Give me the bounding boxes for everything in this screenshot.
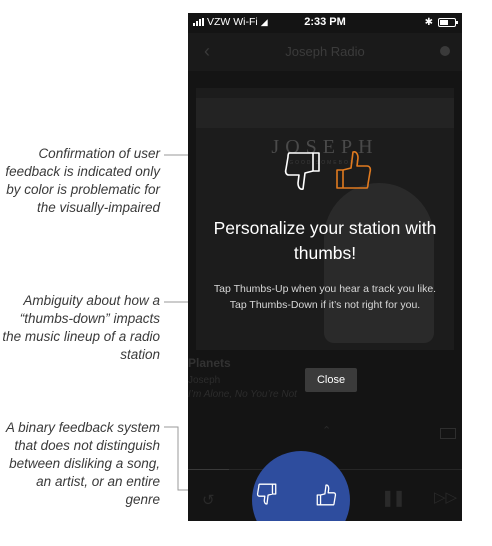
overlay-body: Tap Thumbs-Up when you hear a track you … (213, 283, 437, 311)
status-bar: VZW Wi-Fi ◢ 2:33 PM ✱ (188, 13, 462, 33)
progress-fill (188, 469, 230, 470)
album-art-band (196, 98, 454, 128)
thumbs-up-icon (336, 151, 372, 189)
pause-icon[interactable]: ❚❚ (381, 488, 406, 508)
bluetooth-icon: ✱ (424, 17, 433, 28)
track-album: I’m Alone, No You’re Not (188, 389, 297, 400)
replay-icon[interactable]: ↺ (202, 491, 215, 509)
thumbs-down-button-icon[interactable] (256, 482, 278, 506)
album-art-title: JOSEPH (271, 136, 379, 158)
overlay-heading: Personalize your station with thumbs! (213, 218, 437, 263)
close-button[interactable]: Close (305, 368, 357, 392)
annotation-color-feedback: Confirmation of user feedback is indicat… (5, 146, 160, 215)
track-artist: Joseph (188, 375, 221, 386)
album-art-subtitle: GOOD SOMEBODY (289, 160, 361, 166)
station-title: Joseph Radio (285, 44, 365, 59)
up-arrow-icon[interactable]: ⌃ (322, 424, 331, 437)
info-icon[interactable] (440, 46, 450, 56)
status-right: ✱ (424, 17, 458, 28)
battery-icon (438, 18, 458, 27)
airplay-icon[interactable] (440, 428, 456, 439)
thumbs-down-icon (284, 152, 320, 190)
thumbs-up-button-icon[interactable] (315, 483, 337, 507)
phone-screen: VZW Wi-Fi ◢ 2:33 PM ✱ ‹ Joseph Radio JOS… (188, 13, 462, 521)
annotation-thumbs-down-ambiguity: Ambiguity about how a “thumbs-down” impa… (2, 293, 160, 362)
track-title: Planets (188, 356, 231, 370)
annotation-binary-feedback: A binary feedback system that does not d… (5, 420, 160, 507)
status-time: 2:33 PM (304, 16, 346, 28)
nav-bar: ‹ Joseph Radio (188, 33, 462, 71)
skip-icon[interactable]: ▷▷ (434, 488, 457, 506)
